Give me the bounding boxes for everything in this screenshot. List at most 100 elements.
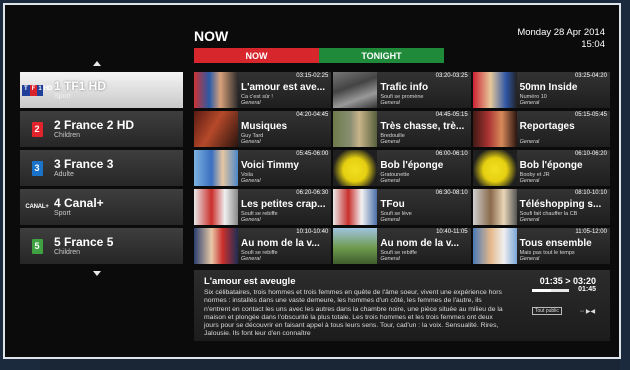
- detail-remaining-time: 01:45: [578, 286, 596, 293]
- program-cell[interactable]: 10:40-11:05 Au nom de la v... Soufi se reb…: [333, 228, 471, 264]
- program-cell[interactable]: 03:20-03:25 Trafic info Soufi se promène Ge…: [333, 72, 471, 108]
- program-title: Trafic info: [380, 82, 429, 93]
- tv-screen: NOW Monday 28 Apr 2014 15:04 NOW TONIGHT…: [3, 3, 621, 359]
- channel-item-canalplus[interactable]: CANAL+ 4 Canal+ Sport: [20, 189, 183, 225]
- program-genre: General: [241, 100, 261, 106]
- program-time: 03:20-03:25: [435, 73, 468, 79]
- program-thumbnail: [194, 189, 238, 225]
- channel-item-france3[interactable]: 3 3 France 3 Adulte: [20, 150, 183, 186]
- program-time: 03:15-02:25: [296, 73, 329, 79]
- program-cell[interactable]: 05:45-06:00 Voici Timmy Voila General: [194, 150, 332, 186]
- program-title: L'amour est ave...: [241, 82, 326, 93]
- program-title: Bob l'éponge: [380, 160, 444, 171]
- program-genre: General: [519, 256, 540, 262]
- program-time: 10:40-11:05: [436, 229, 468, 235]
- channel-name: 2 France 2 HD: [54, 117, 135, 132]
- channel-list: T F 1 HD 1 TF1 HD Sport 2 2 France 2 HD Chi…: [20, 72, 183, 267]
- program-time: 05:45-06:00: [296, 151, 329, 157]
- program-genre: General: [380, 178, 400, 184]
- program-thumbnail: [333, 189, 378, 225]
- progress-fill: [532, 289, 551, 292]
- program-thumbnail: [194, 72, 238, 108]
- program-thumbnail: [333, 111, 378, 147]
- program-cell[interactable]: 04:20-04:45 Musiques Guy Tard General: [194, 111, 332, 147]
- program-thumbnail: [472, 189, 517, 225]
- program-cell[interactable]: 08:10-10:10 Téléshopping s... Soufi fait c…: [472, 189, 610, 225]
- program-grid: 03:15-02:25 L'amour est ave... Ca c'est sû…: [194, 72, 610, 267]
- program-genre: General: [519, 217, 540, 223]
- detail-title: L'amour est aveugle: [204, 276, 296, 287]
- program-thumbnail: [472, 111, 517, 147]
- program-genre: General: [380, 217, 400, 223]
- program-thumbnail: [194, 228, 238, 264]
- program-cell[interactable]: 06:10-06:20 Bob l'éponge Booby et JR Genera…: [472, 150, 610, 186]
- program-thumbnail: [472, 228, 517, 264]
- program-cell[interactable]: 04:45-05:15 Très chasse, trè... Bredouille…: [333, 111, 471, 147]
- channel-name: 3 France 3: [54, 156, 114, 171]
- france5-logo-icon: 5: [31, 238, 43, 254]
- program-thumbnail: [194, 111, 238, 147]
- program-title: 50mn Inside: [519, 82, 578, 93]
- program-time: 06:00-06:10: [435, 151, 468, 157]
- tab-now[interactable]: NOW: [194, 48, 319, 63]
- program-title: Très chasse, trè...: [380, 121, 465, 132]
- channel-item-france5[interactable]: 5 5 France 5 Children: [20, 228, 183, 264]
- time-label: 15:04: [581, 39, 605, 50]
- audio-subtitle-icon: ◦◦ ▶◀: [580, 309, 596, 315]
- program-genre: General: [241, 256, 261, 262]
- program-cell[interactable]: 03:15-02:25 L'amour est ave... Ca c'est sû…: [194, 72, 332, 108]
- france2-logo-icon: 2: [31, 121, 43, 137]
- program-thumbnail: [333, 150, 378, 186]
- program-genre: General: [519, 139, 540, 145]
- channel-genre: Sport: [54, 209, 71, 217]
- program-title: Reportages: [519, 121, 575, 132]
- program-time: 08:10-10:10: [574, 190, 607, 196]
- program-genre: General: [519, 100, 540, 106]
- rating-badge: Tout public: [532, 307, 562, 315]
- program-genre: General: [241, 178, 261, 184]
- date-time: Monday 28 Apr 2014 15:04: [517, 27, 605, 51]
- program-title: Bob l'éponge: [519, 160, 583, 171]
- grid-row: 05:45-06:00 Voici Timmy Voila General 06:00…: [194, 150, 610, 186]
- program-title: Téléshopping s...: [519, 199, 602, 210]
- channel-item-tf1[interactable]: T F 1 HD 1 TF1 HD Sport: [20, 72, 183, 108]
- grid-row: 06:20-06:30 Les petites crap... Soufi se r…: [194, 189, 610, 225]
- detail-time-range: 01:35 > 03:20: [539, 276, 596, 286]
- channel-name: 1 TF1 HD: [54, 78, 107, 93]
- program-title: TFou: [380, 199, 405, 210]
- channel-name: 4 Canal+: [54, 195, 104, 210]
- grid-row: 03:15-02:25 L'amour est ave... Ca c'est sû…: [194, 72, 610, 108]
- program-time: 11:05-12:00: [575, 229, 607, 235]
- program-cell[interactable]: 11:05-12:00 Tous ensemble Mais pas tout le…: [472, 228, 610, 264]
- channel-item-france2[interactable]: 2 2 France 2 HD Children: [20, 111, 183, 147]
- program-cell[interactable]: 06:20-06:30 Les petites crap... Soufi se r…: [194, 189, 332, 225]
- program-title: Au nom de la v...: [380, 238, 460, 249]
- program-genre: General: [380, 256, 400, 262]
- tab-tonight[interactable]: TONIGHT: [319, 48, 444, 63]
- program-cell[interactable]: 05:15-05:45 Reportages General: [472, 111, 610, 147]
- program-title: Voici Timmy: [241, 160, 299, 171]
- program-cell[interactable]: 06:30-08:10 TFou Soufi se lève General: [333, 189, 471, 225]
- program-thumbnail: [333, 228, 378, 264]
- program-time: 03:25-04:20: [574, 73, 607, 79]
- program-cell[interactable]: 10:10-10:40 Au nom de la v... Soufi se reb…: [194, 228, 332, 264]
- program-thumbnail: [333, 72, 378, 108]
- page-title: NOW: [194, 28, 229, 44]
- program-genre: General: [519, 178, 540, 184]
- program-time: 06:30-08:10: [435, 190, 468, 196]
- program-genre: General: [241, 139, 261, 145]
- channel-genre: Children: [54, 248, 81, 256]
- progress-bar: [532, 289, 569, 292]
- scroll-down-arrow-icon[interactable]: [93, 271, 101, 276]
- program-cell[interactable]: 06:00-06:10 Bob l'éponge Gratounette Genera…: [333, 150, 471, 186]
- program-title: Tous ensemble: [519, 238, 592, 249]
- scroll-up-arrow-icon[interactable]: [93, 61, 101, 66]
- program-time: 06:20-06:30: [296, 190, 329, 196]
- canalplus-logo-icon: CANAL+: [25, 204, 49, 210]
- program-title: Musiques: [241, 121, 288, 132]
- program-cell[interactable]: 03:25-04:20 50mn Inside Numéro 10 General: [472, 72, 610, 108]
- program-time: 06:10-06:20: [574, 151, 607, 157]
- channel-genre: Children: [54, 131, 81, 139]
- channel-name: 5 France 5: [54, 234, 114, 249]
- tf1-logo-icon: T F 1 HD: [20, 72, 54, 108]
